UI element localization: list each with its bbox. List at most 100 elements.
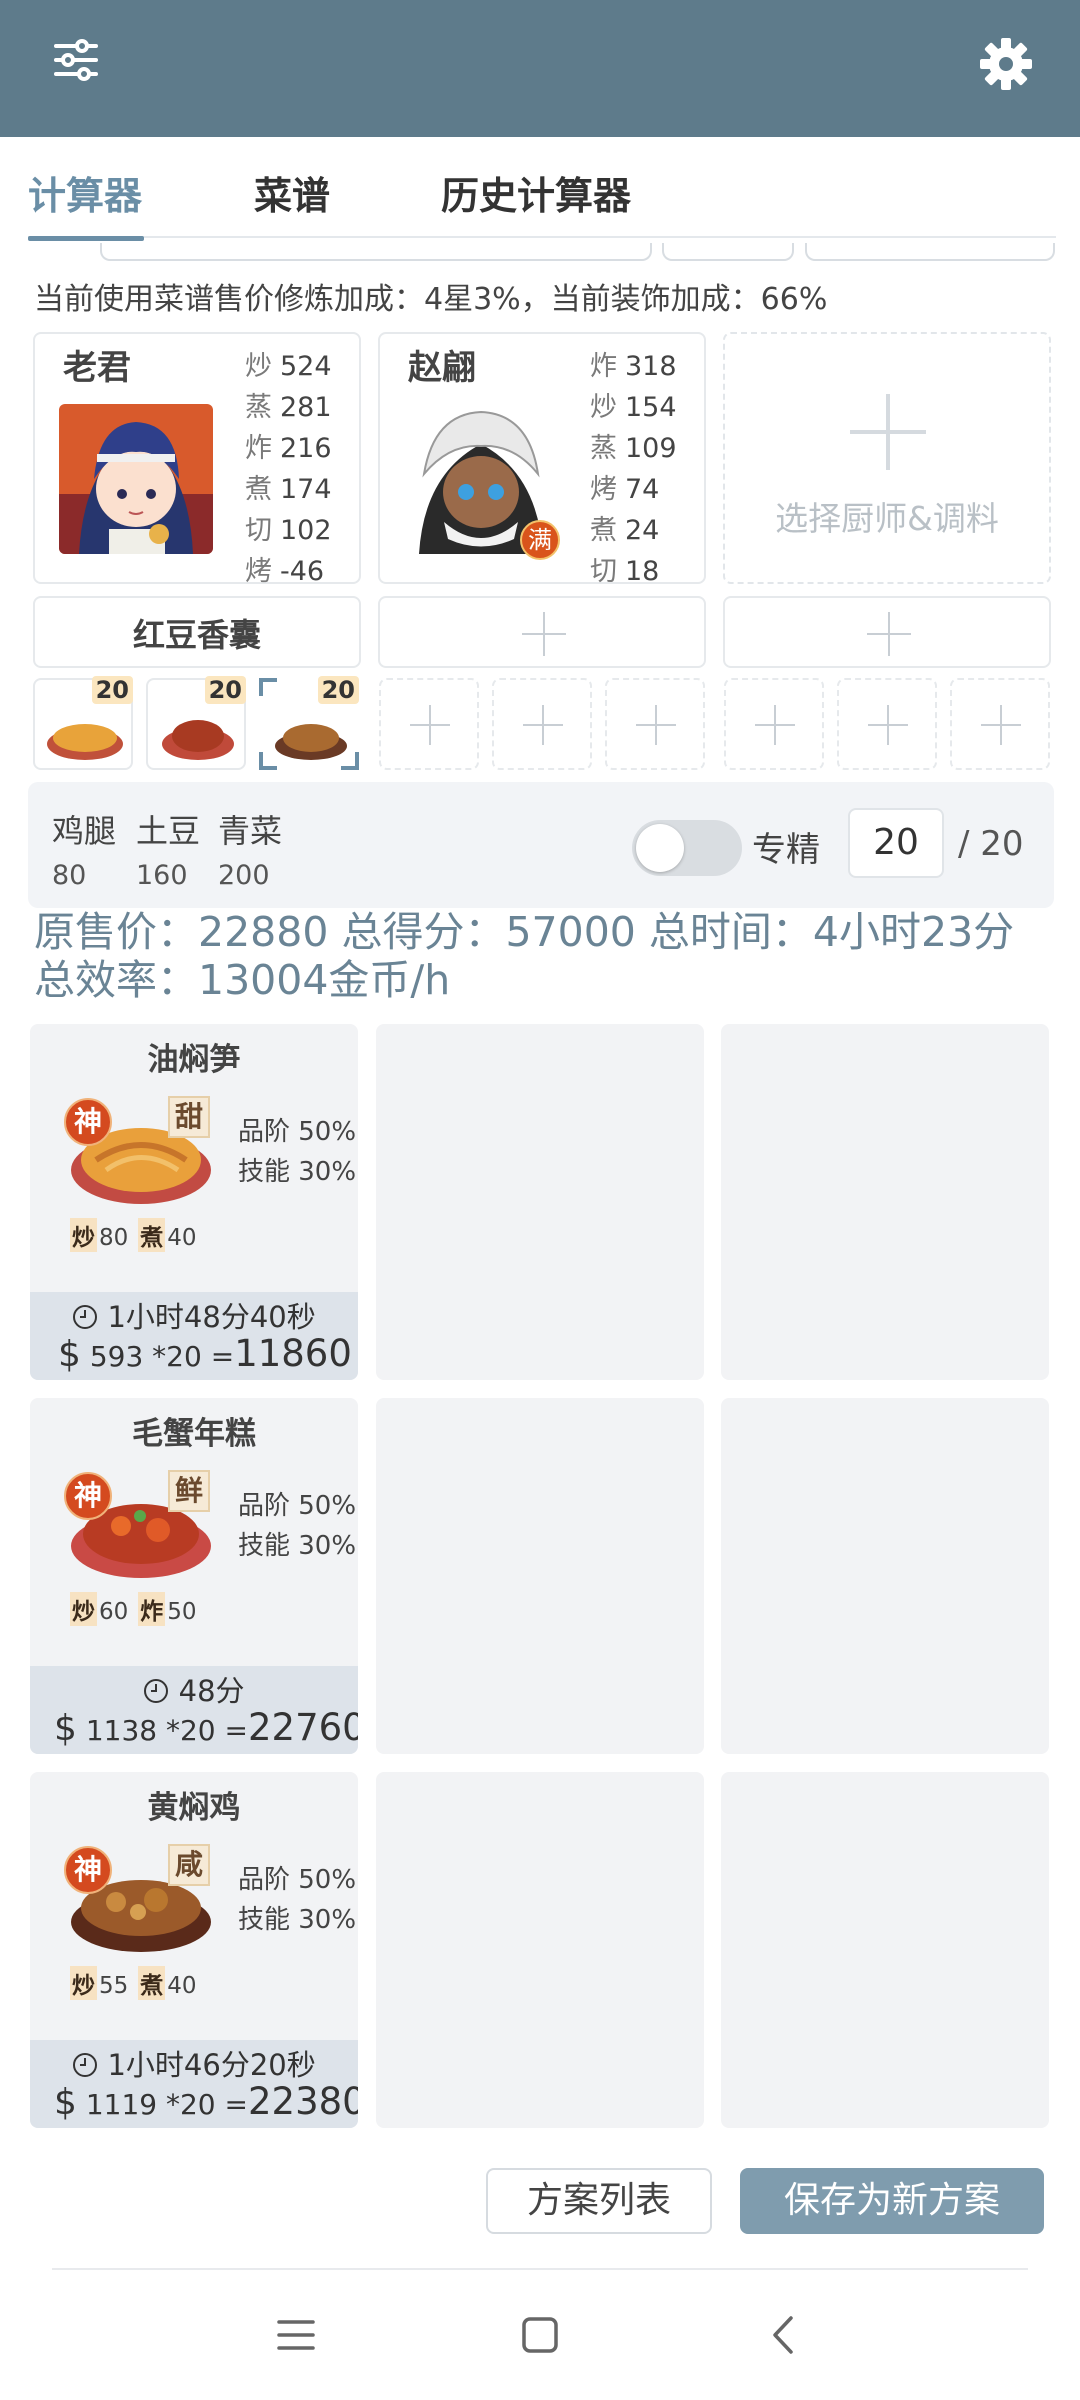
recipe-total: 22760 xyxy=(248,1706,358,1749)
recipe-time: 1小时46分20秒 xyxy=(30,2042,358,2084)
dollar-sign: $ xyxy=(58,1334,81,1375)
recipe-card-empty[interactable] xyxy=(721,1398,1049,1754)
equipment-slot[interactable]: 红豆香囊 xyxy=(33,596,361,668)
dish-thumbnail xyxy=(47,724,123,760)
chef-stats: 炒 524 蒸 281 炸 216 煮 174 切 102 烤 -46 xyxy=(245,344,355,590)
recipe-card[interactable]: 黄焖鸡 神 咸 品阶 50% 技能 30% 炒 55 煮 40 1小时46分20秒 $… xyxy=(30,1772,358,2128)
tab-history-calculator[interactable]: 历史计算器 xyxy=(441,165,631,220)
chef-card-zhaopian[interactable]: 赵翩 满 炸 318 炒 154 蒸 109 烤 74 煮 24 切 18 xyxy=(378,332,706,587)
chef-stats: 炸 318 炒 154 蒸 109 烤 74 煮 24 切 18 xyxy=(590,344,700,590)
dish-slot-selected[interactable]: 20 xyxy=(259,676,359,770)
dish-slot[interactable]: 20 xyxy=(146,676,246,770)
chef-card-laojun[interactable]: 老君 炒 524 蒸 281 炸 216 煮 174 切 102 烤 -46 xyxy=(33,332,361,587)
material-item: 土豆 160 xyxy=(136,806,200,891)
home-icon[interactable] xyxy=(515,2310,565,2360)
skill-key: 煮 xyxy=(138,1218,166,1252)
chef-stat: 蒸 281 xyxy=(245,392,332,423)
recipe-card-empty[interactable] xyxy=(721,1024,1049,1380)
recipe-card-empty[interactable] xyxy=(376,1024,704,1380)
selection-corner xyxy=(341,752,359,770)
material-item: 青菜 200 xyxy=(218,806,282,891)
material-name: 土豆 xyxy=(136,812,201,850)
dish-level: 20 xyxy=(91,676,133,704)
chef-name: 赵翩 xyxy=(408,348,476,388)
recipe-time-text: 1小时46分20秒 xyxy=(107,2048,316,2082)
material-value: 160 xyxy=(136,860,188,891)
recipe-footer: 1小时48分40秒 $ 593 *20 =11860 xyxy=(30,1292,358,1380)
rank-bonus: 品阶 50% xyxy=(238,1865,357,1895)
skill-bonus: 技能 30% xyxy=(238,1157,357,1187)
recipe-skills: 炒 80 煮 40 xyxy=(70,1218,207,1252)
chef-stat: 烤 74 xyxy=(590,474,660,505)
scrolled-control[interactable] xyxy=(805,243,1055,261)
equipment-slot-empty[interactable] xyxy=(378,596,706,668)
skill-value: 40 xyxy=(167,1225,197,1251)
plus-icon xyxy=(522,612,566,656)
unit-price: 1138 xyxy=(85,1714,158,1747)
recipe-card-empty[interactable] xyxy=(376,1772,704,2128)
recipe-name: 黄焖鸡 xyxy=(147,1790,241,1826)
plus-icon xyxy=(410,705,450,745)
gear-icon[interactable] xyxy=(978,36,1034,92)
chef-stat: 煮 174 xyxy=(245,474,332,505)
skill-key: 煮 xyxy=(138,1966,166,2000)
chef-stat: 炒 154 xyxy=(590,392,677,423)
equipment-slot-empty[interactable] xyxy=(723,596,1051,668)
skill-key: 炒 xyxy=(70,1218,97,1252)
mastery-count-input[interactable]: 20 xyxy=(848,808,944,878)
mastery-toggle[interactable] xyxy=(632,820,742,876)
save-new-plan-button[interactable]: 保存为新方案 xyxy=(740,2168,1044,2234)
dish-slot-empty[interactable] xyxy=(605,678,705,770)
rank-bonus: 品阶 50% xyxy=(238,1117,357,1147)
tab-active-indicator xyxy=(28,236,144,241)
scrolled-control[interactable] xyxy=(662,243,794,261)
chef-stat: 蒸 109 xyxy=(590,433,677,464)
skill-key: 炒 xyxy=(70,1592,97,1626)
filter-sliders-icon[interactable] xyxy=(52,36,100,84)
toggle-knob xyxy=(636,824,684,872)
recipe-card[interactable]: 毛蟹年糕 神 鲜 品阶 50% 技能 30% 炒 60 炸 50 48分 $ 1138… xyxy=(30,1398,358,1754)
plan-list-button[interactable]: 方案列表 xyxy=(486,2168,712,2234)
skill-value: 55 xyxy=(99,1973,129,1999)
recipe-price: $ 593 *20 =11860 xyxy=(58,1332,352,1375)
recipe-card-empty[interactable] xyxy=(376,1398,704,1754)
material-value: 80 xyxy=(52,860,87,891)
back-icon[interactable] xyxy=(759,2310,809,2360)
plus-icon xyxy=(868,705,908,745)
dish-slot-empty[interactable] xyxy=(837,678,937,770)
add-chef-button[interactable]: 选择厨师&调料 xyxy=(723,332,1051,584)
dish-slot[interactable]: 20 xyxy=(33,676,133,770)
recipe-total: 22380 xyxy=(248,2080,358,2123)
chef-stat: 炸 318 xyxy=(590,351,677,382)
recipe-total: 11860 xyxy=(234,1332,352,1375)
recipe-time: 1小时48分40秒 xyxy=(30,1294,358,1336)
recipe-card[interactable]: 油焖笋 神 甜 品阶 50% 技能 30% 炒 80 煮 40 1小时48分40秒 $… xyxy=(30,1024,358,1380)
summary: 原售价：22880 总得分：57000 总时间：4小时23分 总效率：13004… xyxy=(34,908,1014,1004)
dish-level: 20 xyxy=(317,676,359,704)
dish-slot-empty[interactable] xyxy=(724,678,824,770)
multiplier: *20 xyxy=(165,2088,216,2121)
clock-icon xyxy=(73,1305,98,1329)
tab-recipes[interactable]: 菜谱 xyxy=(254,165,330,220)
recipe-name: 毛蟹年糕 xyxy=(132,1416,256,1452)
recipe-card-empty[interactable] xyxy=(721,1772,1049,2128)
materials-panel: 鸡腿 80 土豆 160 青菜 200 专精 20 / 20 xyxy=(28,782,1054,908)
menu-icon[interactable] xyxy=(271,2310,321,2360)
multiplier: *20 xyxy=(152,1340,202,1373)
chef-stat: 炸 216 xyxy=(245,433,332,464)
dollar-sign: $ xyxy=(54,2082,77,2123)
summary-line-2: 总效率：13004金币/h xyxy=(34,956,451,1004)
dish-thumbnail xyxy=(162,720,234,760)
taste-tag: 咸 xyxy=(168,1844,210,1886)
tab-bar: 计算器 菜谱 历史计算器 xyxy=(0,137,1080,243)
equals-sign: = xyxy=(224,1714,248,1747)
dish-slot-empty[interactable] xyxy=(379,678,479,770)
rank-badge: 神 xyxy=(64,1846,112,1894)
recipe-price: $ 1119 *20 =22380 xyxy=(54,2080,358,2123)
equipment-name: 红豆香囊 xyxy=(132,616,261,654)
tab-calculator[interactable]: 计算器 xyxy=(28,165,142,220)
chef-stat: 切 18 xyxy=(590,556,660,587)
dish-slot-empty[interactable] xyxy=(950,678,1050,770)
scrolled-control[interactable] xyxy=(100,243,652,261)
dish-slot-empty[interactable] xyxy=(492,678,592,770)
